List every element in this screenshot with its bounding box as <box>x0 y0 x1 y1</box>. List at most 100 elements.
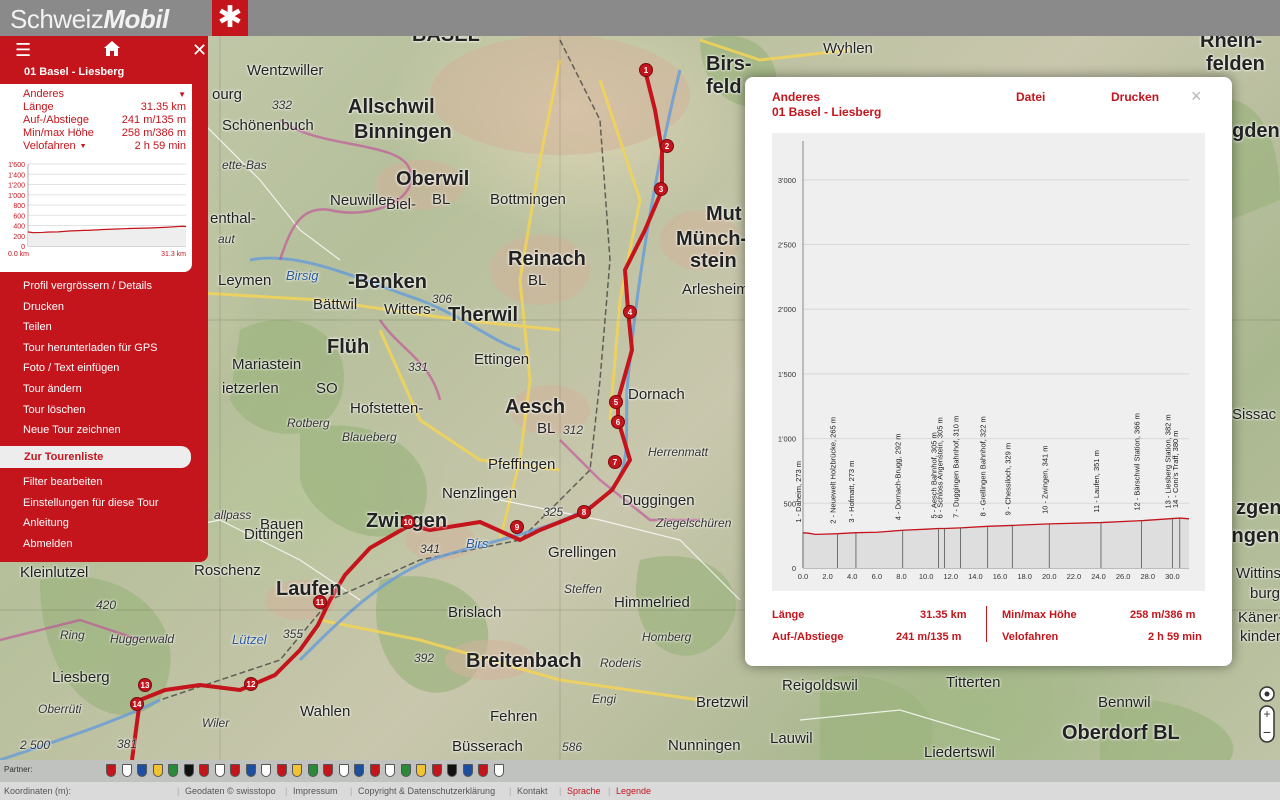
route-marker[interactable]: 11 <box>313 595 327 609</box>
canton-crest-icon[interactable] <box>106 764 116 777</box>
mini-x-end: 31.3 km <box>161 251 186 258</box>
map-label-mut: Mut <box>706 203 742 225</box>
map-label-h341: 341 <box>420 542 441 556</box>
menu-item[interactable]: Anleitung <box>23 517 69 529</box>
canton-crest-icon[interactable] <box>447 764 457 777</box>
mini-x-start: 0.0 km <box>8 251 29 258</box>
menu-item[interactable]: Profil vergrössern / Details <box>23 280 152 292</box>
canton-crest-icon[interactable] <box>214 764 225 777</box>
canton-crest-icon[interactable] <box>307 764 318 777</box>
canton-crest-icon[interactable] <box>431 764 442 777</box>
waypoint-label: 4 - Dornach-Brugg, 292 m <box>894 433 903 520</box>
mini-y-tick: 1'200 <box>8 183 25 190</box>
canton-crest-icon[interactable] <box>323 764 333 777</box>
mini-y-tick: 200 <box>13 234 25 241</box>
route-marker[interactable]: 14 <box>130 697 144 711</box>
menu-item[interactable]: Einstellungen für diese Tour <box>23 497 159 509</box>
menu-item[interactable]: Teilen <box>23 321 52 333</box>
x-tick-label: 28.0 <box>1140 572 1155 581</box>
menu-item[interactable]: Tour ändern <box>23 383 82 395</box>
zoom-out-icon[interactable]: − <box>1263 724 1271 740</box>
map-label-homberg: Homberg <box>642 630 692 644</box>
impressum-link[interactable]: Impressum <box>293 786 338 796</box>
menu-item[interactable]: Abmelden <box>23 538 73 550</box>
map-label-roderis: Roderis <box>600 656 642 670</box>
profile-dropdown[interactable]: Anderes ▼ <box>0 88 192 101</box>
route-marker[interactable]: 10 <box>401 515 415 529</box>
canton-crest-icon[interactable] <box>292 764 302 777</box>
close-icon[interactable]: × <box>1191 86 1202 107</box>
canton-crest-icon[interactable] <box>168 764 178 777</box>
tour-stat-row[interactable]: Velofahren ▼ 2 h 59 min <box>0 140 192 153</box>
tour-list-button[interactable]: Zur Tourenliste <box>0 446 191 468</box>
canton-crest-icon[interactable] <box>121 764 132 777</box>
mini-y-tick: 800 <box>13 203 25 210</box>
bike-value: 2 h 59 min <box>1148 631 1202 643</box>
route-marker[interactable]: 5 <box>609 395 623 409</box>
kontakt-link[interactable]: Kontakt <box>517 786 548 796</box>
file-link[interactable]: Datei <box>1016 90 1045 104</box>
canton-crest-icon[interactable] <box>354 764 364 777</box>
route-marker[interactable]: 13 <box>138 678 152 692</box>
route-marker[interactable]: 3 <box>654 182 668 196</box>
waypoint-label: 3 - Hofmatt, 273 m <box>847 461 856 523</box>
modal-title: 01 Basel - Liesberg <box>772 105 882 119</box>
map-label-bottmingen: Bottmingen <box>490 191 566 208</box>
map-label-aesch: Aesch <box>505 396 566 418</box>
route-marker[interactable]: 9 <box>510 520 524 534</box>
route-marker[interactable]: 1 <box>639 63 653 77</box>
hamburger-icon[interactable]: ☰ <box>15 40 31 61</box>
panel-toolbar: ☰ ✕ <box>0 36 208 62</box>
menu-item[interactable]: Filter bearbeiten <box>23 476 103 488</box>
map-zoom-control[interactable]: + − <box>1256 684 1278 744</box>
canton-crest-icon[interactable] <box>385 764 395 777</box>
home-icon[interactable] <box>104 40 120 61</box>
canton-crest-icon[interactable] <box>462 764 473 777</box>
map-label-oberrueti: Oberrüti <box>38 702 82 716</box>
canton-crest-icon[interactable] <box>137 764 147 777</box>
route-marker[interactable]: 8 <box>577 505 591 519</box>
canton-crest-icon[interactable] <box>245 764 256 777</box>
menu-item[interactable]: Tour löschen <box>23 404 85 416</box>
map-label-reinach: Reinach <box>508 248 586 270</box>
canton-crest-icon[interactable] <box>199 764 209 777</box>
legend-link[interactable]: Legende <box>616 786 651 796</box>
route-marker[interactable]: 2 <box>660 139 674 153</box>
menu-item[interactable]: Neue Tour zeichnen <box>23 424 121 436</box>
x-tick-label: 12.0 <box>943 572 958 581</box>
copyright-link[interactable]: Copyright & Datenschutzerklärung <box>358 786 495 796</box>
mini-elevation-chart[interactable]: 1'600 1'400 1'200 1'000 800 600 400 200 00.0 km 3… <box>0 158 192 268</box>
canton-crest-icon[interactable] <box>478 764 488 777</box>
canton-crest-icon[interactable] <box>261 764 271 777</box>
route-marker[interactable]: 12 <box>244 677 258 691</box>
menu-item[interactable]: Foto / Text einfügen <box>23 362 119 374</box>
caret-down-icon: ▼ <box>79 143 87 150</box>
map-label-wiler: Wiler <box>202 716 230 730</box>
canton-crest-icon[interactable] <box>416 764 426 777</box>
canton-crest-icon[interactable] <box>183 764 194 777</box>
canton-crest-icon[interactable] <box>152 764 163 777</box>
canton-crest-icon[interactable] <box>230 764 240 777</box>
menu-item[interactable]: Drucken <box>23 301 64 313</box>
map-label-lauwil: Lauwil <box>770 730 813 747</box>
menu-item[interactable]: Tour herunterladen für GPS <box>23 342 158 354</box>
canton-crest-icon[interactable] <box>276 764 287 777</box>
canton-crest-icon[interactable] <box>400 764 411 777</box>
print-link[interactable]: Drucken <box>1111 90 1159 104</box>
canton-crest-icon[interactable] <box>369 764 380 777</box>
canton-crest-icon[interactable] <box>338 764 349 777</box>
schweizmobil-logo[interactable]: SchweizMobil <box>0 0 179 36</box>
coordinates-readout: Koordinaten (m): <box>4 786 72 796</box>
route-marker[interactable]: 7 <box>608 455 622 469</box>
route-marker[interactable]: 6 <box>611 415 625 429</box>
y-tick-label: 2'000 <box>778 305 796 314</box>
tour-stats: Länge 31.35 km Auf-/Abstiege 241 m/135 m Min… <box>0 101 192 153</box>
map-label-titterten: Titterten <box>946 674 1001 691</box>
route-marker[interactable]: 4 <box>623 305 637 319</box>
y-tick-label: 1'000 <box>778 435 796 444</box>
canton-crest-icon[interactable] <box>493 764 504 777</box>
close-icon[interactable]: ✕ <box>192 40 207 61</box>
zoom-in-icon[interactable]: + <box>1263 707 1270 721</box>
map-label-kinder: kinder <box>1240 628 1280 645</box>
language-link[interactable]: Sprache <box>567 786 601 796</box>
